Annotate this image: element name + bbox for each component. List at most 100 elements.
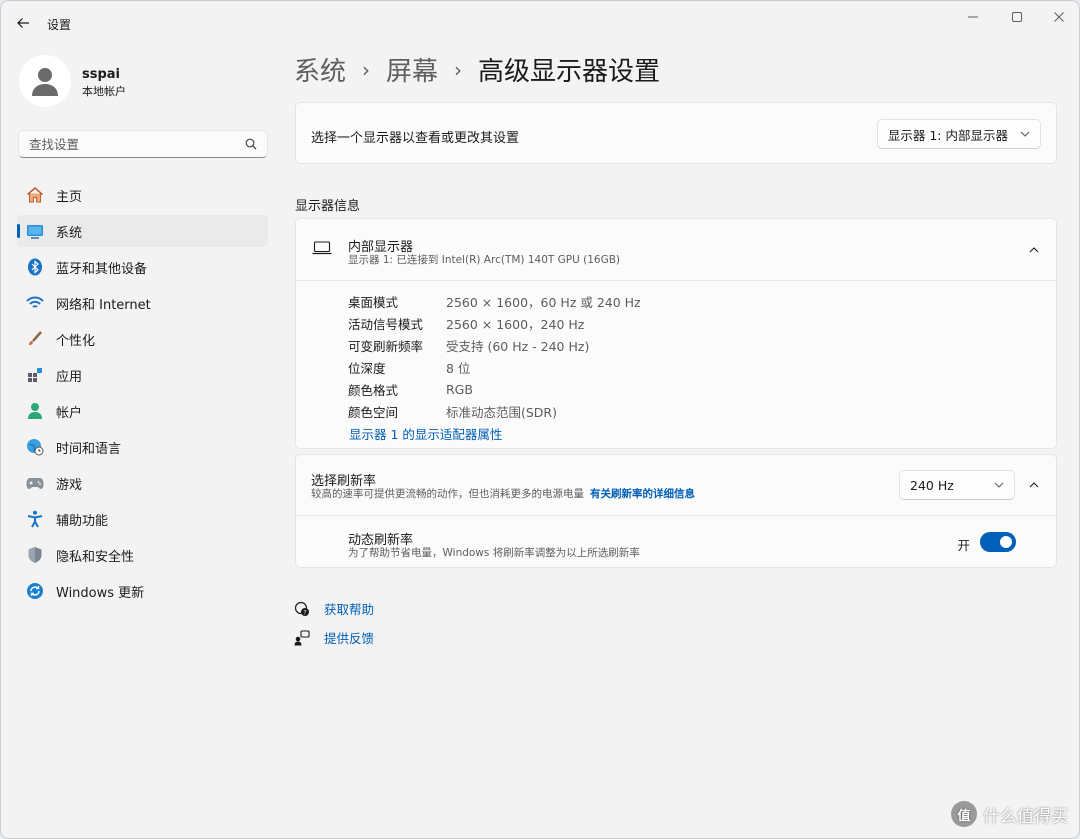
refresh-rate-desc-text: 较高的速率可提供更流畅的动作，但也消耗更多的电源电量 (311, 488, 584, 500)
info-value: 标准动态范围(SDR) (446, 404, 557, 420)
wifi-icon (26, 294, 44, 312)
refresh-rate-card: 选择刷新率 较高的速率可提供更流畅的动作，但也消耗更多的电源电量 有关刷新率的详细… (295, 454, 1057, 568)
info-key: 位深度 (348, 360, 386, 376)
get-help-label[interactable]: 获取帮助 (324, 599, 374, 618)
feedback-label[interactable]: 提供反馈 (324, 628, 374, 647)
info-row: 桌面模式 2560 × 1600，60 Hz 或 240 Hz (348, 290, 641, 312)
breadcrumb-system[interactable]: 系统 (294, 51, 346, 88)
sidebar-item-label: 游戏 (56, 477, 83, 493)
sidebar-item-gaming[interactable]: 游戏 (17, 467, 268, 499)
info-value: RGB (446, 381, 473, 397)
user-name: sspai (82, 67, 121, 82)
chevron-down-icon (1020, 131, 1030, 137)
feedback-link[interactable]: 提供反馈 (294, 628, 374, 647)
user-account-type: 本地帐户 (82, 85, 126, 98)
sidebar-item-label: 个性化 (56, 333, 96, 349)
sidebar-item-network[interactable]: 网络和 Internet (17, 287, 268, 319)
refresh-collapse-button[interactable] (1022, 473, 1046, 497)
search-input[interactable] (29, 136, 245, 152)
sidebar-item-label: 应用 (56, 369, 83, 385)
home-icon (26, 186, 44, 204)
toggle-knob (1000, 536, 1012, 548)
sidebar-item-accessibility[interactable]: 辅助功能 (17, 503, 268, 535)
chevron-right-icon: › (454, 57, 463, 82)
back-button[interactable] (11, 11, 35, 35)
info-row: 可变刷新频率 受支持 (60 Hz - 240 Hz) (348, 334, 641, 356)
info-row: 活动信号模式 2560 × 1600，240 Hz (348, 312, 641, 334)
display-select-dropdown[interactable]: 显示器 1: 内部显示器 (876, 119, 1041, 149)
sidebar-item-home[interactable]: 主页 (17, 179, 268, 211)
brush-icon (26, 330, 44, 348)
breadcrumb-display[interactable]: 屏幕 (386, 51, 438, 88)
dynamic-refresh-row: 动态刷新率 为了帮助节省电量，Windows 将刷新率调整为以上所选刷新率 开 (296, 516, 1056, 568)
refresh-rate-more-link[interactable]: 有关刷新率的详细信息 (590, 488, 695, 500)
sidebar-item-bluetooth[interactable]: 蓝牙和其他设备 (17, 251, 268, 283)
sidebar-item-label: 帐户 (56, 405, 83, 421)
laptop-icon (312, 241, 332, 259)
info-key: 活动信号模式 (348, 316, 424, 332)
search-icon[interactable] (245, 138, 257, 150)
info-key: 桌面模式 (348, 294, 399, 310)
collapse-button[interactable] (1022, 238, 1046, 262)
chevron-up-icon (1029, 247, 1039, 253)
sidebar-item-privacy[interactable]: 隐私和安全性 (17, 539, 268, 571)
watermark-text: 什么值得买 (983, 806, 1068, 827)
user-avatar-icon (32, 68, 58, 96)
select-display-card: 选择一个显示器以查看或更改其设置 显示器 1: 内部显示器 (295, 102, 1057, 164)
sidebar-item-system[interactable]: 系统 (17, 215, 268, 247)
maximize-button[interactable] (997, 5, 1037, 29)
gamepad-icon (26, 474, 44, 492)
sidebar-item-label: 主页 (56, 189, 83, 205)
sidebar-item-label: 蓝牙和其他设备 (56, 261, 148, 277)
info-value: 8 位 (446, 360, 471, 376)
display-info-header[interactable]: 内部显示器 显示器 1: 已连接到 Intel(R) Arc(TM) 140T … (296, 219, 1056, 281)
back-arrow-icon (17, 18, 29, 28)
refresh-rate-header: 选择刷新率 较高的速率可提供更流畅的动作，但也消耗更多的电源电量 有关刷新率的详细… (296, 455, 1056, 516)
close-icon (1054, 12, 1064, 22)
dynamic-refresh-toggle[interactable] (980, 532, 1016, 552)
sidebar-item-time-language[interactable]: 时间和语言 (17, 431, 268, 463)
sidebar-item-label: 辅助功能 (56, 513, 109, 529)
display-select-value: 显示器 1: 内部显示器 (887, 127, 1008, 143)
chevron-up-icon (1029, 482, 1039, 488)
refresh-rate-description: 较高的速率可提供更流畅的动作，但也消耗更多的电源电量 有关刷新率的详细信息 (311, 486, 695, 501)
avatar[interactable] (19, 55, 71, 107)
sidebar-item-apps[interactable]: 应用 (17, 359, 268, 391)
feedback-icon (294, 629, 312, 646)
info-value: 2560 × 1600，60 Hz 或 240 Hz (446, 294, 641, 310)
display-info-card: 内部显示器 显示器 1: 已连接到 Intel(R) Arc(TM) 140T … (295, 218, 1057, 449)
maximize-icon (1012, 12, 1022, 22)
sidebar-item-windows-update[interactable]: Windows 更新 (17, 575, 268, 607)
adapter-properties-link[interactable]: 显示器 1 的显示适配器属性 (349, 424, 502, 443)
app-title: 设置 (47, 18, 72, 32)
minimize-button[interactable] (953, 5, 993, 29)
close-button[interactable] (1039, 5, 1079, 29)
info-row: 颜色空间 标准动态范围(SDR) (348, 400, 641, 422)
section-title: 显示器信息 (295, 199, 361, 214)
shield-icon (26, 546, 44, 564)
select-display-label: 选择一个显示器以查看或更改其设置 (311, 131, 520, 146)
sidebar-item-label: 隐私和安全性 (56, 549, 135, 565)
sidebar-item-label: 系统 (56, 225, 83, 241)
system-icon (26, 222, 44, 240)
display-subtitle: 显示器 1: 已连接到 Intel(R) Arc(TM) 140T GPU (1… (348, 254, 621, 266)
refresh-rate-value: 240 Hz (910, 477, 954, 493)
title-bar: 设置 (1, 1, 1079, 45)
sidebar-item-label: 网络和 Internet (56, 297, 151, 313)
info-row: 位深度 8 位 (348, 356, 641, 378)
help-chat-icon: ? (294, 601, 312, 617)
chevron-down-icon (994, 482, 1004, 488)
watermark-logo: 值 什么值得买 (951, 801, 1068, 827)
sidebar-item-accounts[interactable]: 帐户 (17, 395, 268, 427)
display-info-rows: 桌面模式 2560 × 1600，60 Hz 或 240 Hz 活动信号模式 256… (348, 290, 641, 422)
search-box (18, 130, 268, 158)
sidebar-item-personalization[interactable]: 个性化 (17, 323, 268, 355)
refresh-rate-dropdown[interactable]: 240 Hz (899, 470, 1015, 500)
settings-window: 设置 sspai 本地帐户 主页 系统 (0, 0, 1080, 839)
info-value: 受支持 (60 Hz - 240 Hz) (446, 338, 590, 354)
apps-icon (26, 366, 44, 384)
page-title: 高级显示器设置 (478, 57, 661, 87)
toggle-state-label: 开 (957, 538, 970, 553)
dynamic-refresh-description: 为了帮助节省电量，Windows 将刷新率调整为以上所选刷新率 (348, 547, 640, 559)
get-help-link[interactable]: ? 获取帮助 (294, 599, 374, 618)
